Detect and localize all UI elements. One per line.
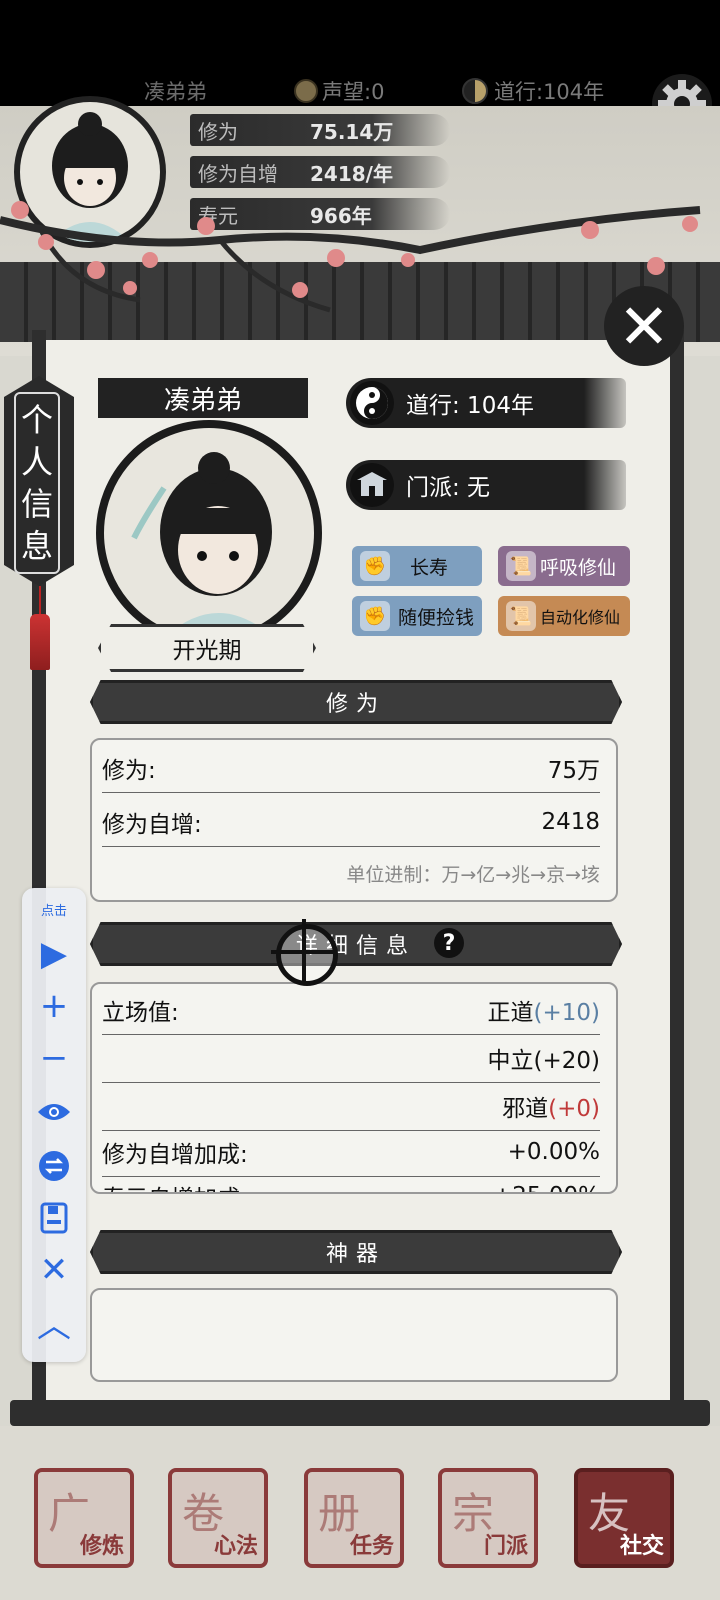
close-icon[interactable]: ✕ — [604, 286, 684, 366]
nav-label: 修炼 — [79, 1534, 124, 1559]
character-avatar-large — [96, 420, 322, 646]
character-name-banner: 凑弟弟 — [98, 378, 308, 418]
prestige-display: 声望:0 — [294, 76, 384, 106]
row-label: 修为: — [102, 758, 156, 784]
trait-auto-cultivation[interactable]: 📜 自动化修仙 — [498, 596, 630, 636]
row-label: 修为自增: — [102, 812, 202, 838]
player-name-top: 凑弟弟 — [144, 80, 207, 104]
righteous-delta: (+10) — [533, 1000, 600, 1026]
trait-label: 呼吸修仙 — [540, 556, 617, 579]
collapse-icon[interactable]: ︿ — [32, 1302, 76, 1346]
row-value: 正道(+10) — [488, 993, 600, 1027]
tassel-cord — [39, 586, 41, 614]
side-tab-label: 个 人 信 息 — [14, 392, 60, 574]
trait-longevity[interactable]: ✊ 长寿 — [352, 546, 482, 586]
nav-tasks[interactable]: 册 任务 — [304, 1468, 404, 1568]
stat-value: 75.14万 — [310, 119, 394, 144]
fist-icon: ✊ — [360, 601, 390, 631]
sect-value: 门派: 无 — [406, 475, 491, 501]
scroll-icon: 📜 — [506, 551, 536, 581]
stat-label: 修为 — [198, 119, 238, 144]
details-box: 立场值: 正道(+10) 中立(+20) 邪道(+0) 修为自增加成: +0.0… — [90, 982, 618, 1194]
daoxing-display: 道行:104年 — [462, 76, 604, 106]
row-cultivation-rate: 修为自增: 2418 — [102, 798, 600, 847]
nav-label: 任务 — [349, 1534, 394, 1559]
tassel-ornament — [30, 614, 50, 670]
row-label: 立场值: — [102, 1000, 179, 1026]
fist-icon: ✊ — [360, 551, 390, 581]
character-portrait-icon — [131, 452, 274, 638]
nav-sect[interactable]: 宗 门派 — [438, 1468, 538, 1568]
realm-label: 开光期 — [98, 624, 316, 672]
row-value: 中立(+20) — [487, 1048, 600, 1074]
row-value: +25.00% — [493, 1183, 600, 1192]
trait-label: 长寿 — [410, 556, 449, 579]
row-value: 邪道(+0) — [502, 1089, 600, 1123]
swap-icon[interactable] — [32, 1146, 76, 1186]
section-header-artifacts: 神器 — [90, 1230, 622, 1274]
unit-hint: 单位进制：万→亿→兆→京→垓 — [346, 864, 600, 886]
row-cultivation: 修为: 75万 — [102, 744, 600, 793]
row-lifespan-bonus: 寿元自增加成: +25.00% — [102, 1172, 600, 1192]
nav-label: 门派 — [483, 1534, 528, 1559]
stat-cultivation: 修为 75.14万 — [190, 110, 450, 150]
scroll-icon: 📜 — [506, 601, 536, 631]
nav-social[interactable]: 友 社交 — [574, 1468, 674, 1568]
close-icon[interactable]: ✕ — [32, 1250, 76, 1290]
artifacts-box — [90, 1288, 618, 1382]
play-icon[interactable]: ▶ — [32, 934, 76, 974]
row-value: 2418 — [541, 809, 600, 835]
scroll-frame-right — [670, 330, 684, 1410]
eye-icon[interactable] — [32, 1092, 76, 1132]
evil-delta: (+0) — [548, 1096, 600, 1122]
yin-yang-icon — [462, 78, 488, 104]
trait-label: 自动化修仙 — [540, 608, 621, 627]
yin-yang-icon — [350, 381, 394, 425]
side-tab-char: 人 — [20, 443, 53, 481]
minus-icon[interactable]: − — [32, 1038, 76, 1078]
plus-icon[interactable]: + — [32, 986, 76, 1026]
nav-mind-method[interactable]: 卷 心法 — [168, 1468, 268, 1568]
help-question-icon[interactable]: ? — [434, 928, 464, 958]
side-tab-char: 个 — [20, 401, 53, 439]
trait-label: 随便捡钱 — [398, 606, 475, 629]
daoxing-pill: 道行: 104年 — [346, 378, 626, 428]
prestige-text: 声望:0 — [322, 80, 385, 104]
section-title: 修为 — [325, 692, 386, 717]
row-stance-righteous: 立场值: 正道(+10) — [102, 986, 600, 1035]
row-label: 修为自增加成: — [102, 1142, 248, 1168]
row-stance-neutral: 中立(+20) — [102, 1034, 600, 1083]
nav-label: 心法 — [213, 1534, 258, 1559]
prestige-coin-icon — [294, 79, 318, 103]
righteous-text: 正道 — [487, 1000, 534, 1026]
cultivation-box: 修为: 75万 修为自增: 2418 单位进制：万→亿→兆→京→垓 — [90, 738, 618, 902]
click-target-crosshair-icon[interactable] — [271, 919, 338, 986]
side-tab-char: 息 — [20, 527, 53, 565]
nav-cultivate[interactable]: 广 修炼 — [34, 1468, 134, 1568]
row-value: +0.00% — [507, 1139, 600, 1165]
scroll-frame-bottom — [10, 1400, 710, 1426]
row-cultivation-bonus: 修为自增加成: +0.00% — [102, 1128, 600, 1177]
row-label: 寿元自增加成: — [102, 1179, 248, 1192]
trait-pick-money[interactable]: ✊ 随便捡钱 — [352, 596, 482, 636]
nav-label: 社交 — [619, 1534, 664, 1559]
trait-breathing-cultivation[interactable]: 📜 呼吸修仙 — [498, 546, 630, 586]
save-icon[interactable] — [32, 1198, 76, 1238]
floating-toolbar: 点击 ▶ + − ✕ ︿ — [22, 888, 86, 1362]
sect-pill: 门派: 无 — [346, 460, 626, 510]
temple-icon — [350, 463, 394, 507]
toolbar-mode-label: 点击 — [40, 904, 67, 919]
section-header-details: 详细信息 — [90, 922, 622, 966]
daoxing-value: 道行: 104年 — [406, 393, 534, 419]
section-title: 神器 — [325, 1242, 386, 1267]
row-stance-evil: 邪道(+0) — [102, 1082, 600, 1131]
side-tab-char: 信 — [20, 485, 53, 523]
daoxing-text: 道行:104年 — [494, 80, 605, 104]
row-value: 75万 — [547, 758, 600, 784]
section-header-cultivation: 修为 — [90, 680, 622, 724]
evil-text: 邪道 — [502, 1096, 549, 1122]
